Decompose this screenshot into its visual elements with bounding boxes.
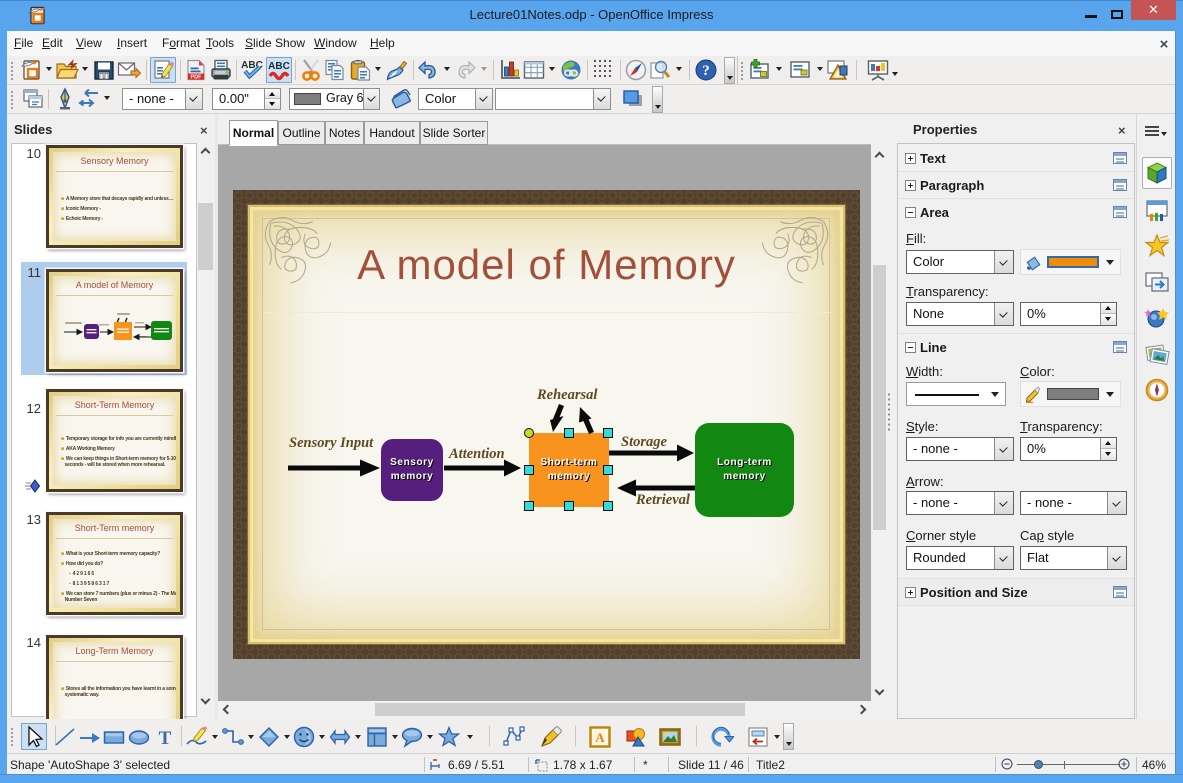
svg-text:PDF: PDF — [191, 74, 203, 80]
svg-text:T: T — [159, 728, 172, 749]
svg-text:A: A — [595, 730, 605, 745]
svg-text:?: ? — [702, 63, 710, 79]
svg-text:ABC: ABC — [268, 61, 290, 72]
